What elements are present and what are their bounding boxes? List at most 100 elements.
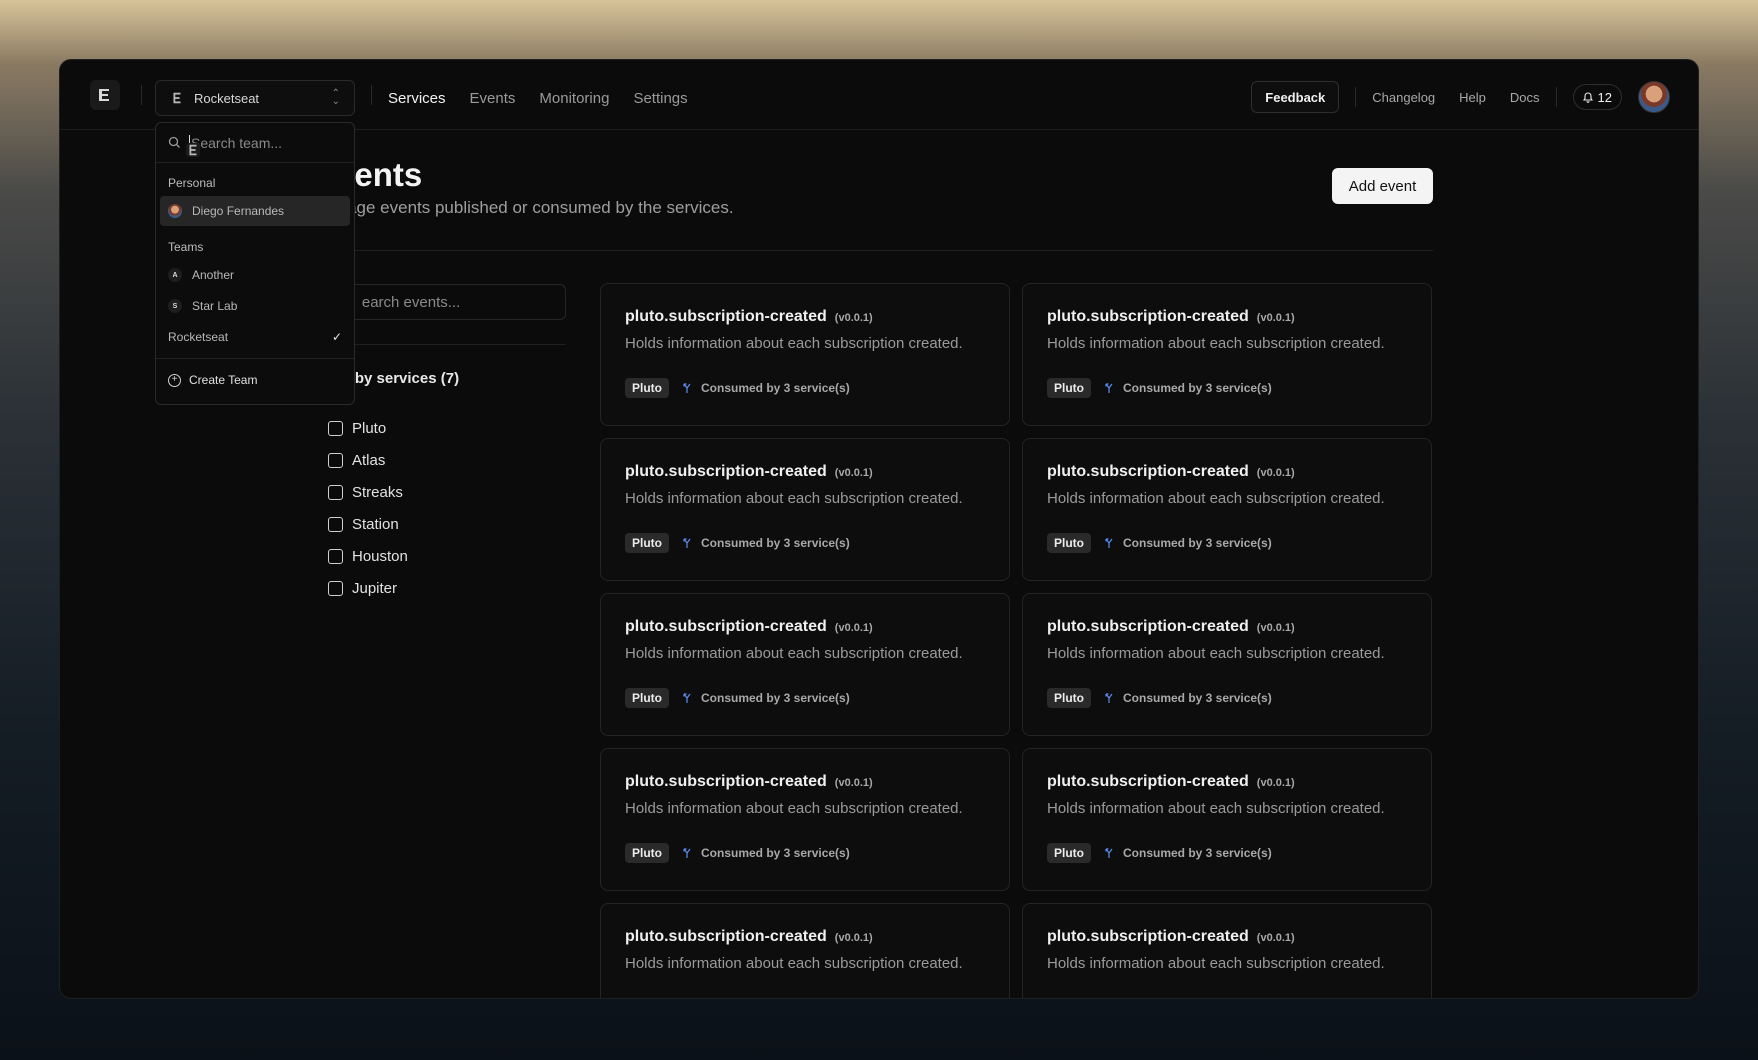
- dropdown-item-personal[interactable]: Diego Fernandes: [160, 196, 350, 226]
- checkbox[interactable]: [328, 580, 343, 596]
- changelog-link[interactable]: Changelog: [1372, 90, 1435, 105]
- checkbox[interactable]: [328, 420, 343, 436]
- consumers-text: Consumed by 3 service(s): [1123, 381, 1272, 395]
- event-title: pluto.subscription-created (v0.0.1): [625, 463, 985, 481]
- event-version: (v0.0.1): [1256, 777, 1295, 789]
- team-search-input[interactable]: [191, 134, 341, 151]
- event-title: pluto.subscription-created (v0.0.1): [625, 773, 985, 791]
- avatar: [168, 204, 182, 218]
- divider: [141, 85, 142, 105]
- dropdown-item-label: Star Lab: [192, 299, 238, 313]
- event-title: pluto.subscription-created (v0.0.1): [1047, 308, 1407, 326]
- event-name: pluto.subscription-created: [1047, 618, 1249, 635]
- event-description: Holds information about each subscriptio…: [1047, 335, 1385, 352]
- dropdown-item-rocketseat[interactable]: Rocketseat ✓: [160, 143, 350, 352]
- event-title: pluto.subscription-created (v0.0.1): [1047, 773, 1407, 791]
- event-meta: PlutoConsumed by 3 service(s): [1047, 843, 1407, 863]
- event-version: (v0.0.1): [1256, 932, 1295, 944]
- event-title: pluto.subscription-created (v0.0.1): [1047, 463, 1407, 481]
- event-meta: Pluto Consumed by 3 service(s): [1047, 533, 1407, 553]
- event-version: (v0.0.1): [834, 777, 873, 789]
- checkbox[interactable]: [328, 484, 343, 500]
- event-name: pluto.subscription-created: [1047, 773, 1249, 790]
- event-version: (v0.0.1): [1256, 467, 1295, 479]
- check-icon: ✓: [331, 330, 342, 344]
- search-icon: [168, 136, 180, 148]
- create-team-button[interactable]: + Create Team: [156, 365, 354, 395]
- service-badge: Pluto: [1047, 533, 1091, 553]
- event-meta: PlutoConsumed by 3 service(s): [625, 378, 985, 398]
- event-card[interactable]: pluto.subscription-created (v0.0.1) Holds …: [1022, 593, 1432, 736]
- merge-icon: [683, 848, 691, 858]
- feedback-button[interactable]: Feedback: [1251, 81, 1340, 113]
- service-badge: Pluto: [625, 533, 669, 553]
- event-meta: PlutoConsumed by 3 service(s): [625, 688, 985, 708]
- nav-monitoring[interactable]: Monitoring: [539, 90, 609, 107]
- event-meta: PlutoConsumed by 3 service(s): [1047, 998, 1407, 999]
- service-badge: Pluto: [1047, 998, 1091, 999]
- event-description: Holds information about each subscriptio…: [625, 335, 963, 352]
- user-avatar[interactable]: [1638, 81, 1670, 113]
- nav-settings[interactable]: Settings: [633, 90, 687, 107]
- notifications-count: 12: [1597, 89, 1612, 105]
- service-badge: Pluto: [625, 843, 669, 863]
- chevron-up-down-icon: ⌃ ⌄: [331, 88, 340, 107]
- checkbox[interactable]: [328, 548, 343, 564]
- consumers-text: Consumed by 3 service(s): [1123, 691, 1272, 705]
- event-meta: Pluto Consumed by 3 service(s): [1047, 378, 1407, 398]
- nav-events[interactable]: Events: [470, 90, 516, 107]
- dropdown-item-star-lab[interactable]: S Star Lab: [160, 291, 350, 321]
- event-card[interactable]: pluto.subscription-created (v0.0.1) Holds …: [1022, 903, 1432, 999]
- filter-item-station[interactable]: Station: [328, 508, 408, 540]
- filter-item-houston[interactable]: Houston: [328, 540, 408, 572]
- event-card[interactable]: pluto.subscription-created (v0.0.1) Holds …: [600, 903, 1010, 999]
- header-actions: Feedback Changelog Help Docs 12: [1251, 80, 1670, 114]
- event-name: pluto.subscription-created: [1047, 308, 1249, 325]
- event-card[interactable]: pluto.subscription-created (v0.0.1) Holds …: [600, 283, 1010, 426]
- team-select[interactable]: Rocketseat ⌃ ⌄: [155, 80, 355, 116]
- event-card[interactable]: pluto.subscription-created (v0.0.1) Holds …: [600, 438, 1010, 581]
- event-title: pluto.subscription-created (v0.0.1): [625, 928, 985, 946]
- app-window: Rocketseat ⌃ ⌄ Services Events Monitoring…: [59, 59, 1699, 999]
- event-meta: PlutoConsumed by 3 service(s): [625, 843, 985, 863]
- event-version: (v0.0.1): [834, 622, 873, 634]
- checkbox[interactable]: [328, 516, 343, 532]
- top-header: Rocketseat ⌃ ⌄ Services Events Monitoring…: [60, 60, 1698, 130]
- dropdown-item-another[interactable]: A Another: [160, 260, 350, 290]
- team-logo-icon: [173, 92, 181, 104]
- nav-services[interactable]: Services: [388, 90, 446, 107]
- service-badge: Pluto: [625, 998, 669, 999]
- checkbox[interactable]: [328, 452, 343, 468]
- service-filter-list: Pluto Atlas Streaks Station Houston Jupi…: [328, 412, 408, 604]
- event-card[interactable]: pluto.subscription-created (v0.0.1) Holds …: [1022, 283, 1432, 426]
- event-meta: PlutoConsumed by 3 service(s): [625, 998, 985, 999]
- service-badge: Pluto: [1047, 688, 1091, 708]
- filter-item-jupiter[interactable]: Jupiter: [328, 572, 408, 604]
- event-card[interactable]: pluto.subscription-created (v0.0.1) Holds …: [600, 748, 1010, 891]
- service-badge: Pluto: [1047, 378, 1091, 398]
- create-team-label: Create Team: [189, 373, 258, 387]
- help-link[interactable]: Help: [1459, 90, 1486, 105]
- consumers-text: Consumed by 3 service(s): [1123, 536, 1272, 550]
- app-logo[interactable]: [90, 80, 120, 110]
- filter-item-pluto[interactable]: Pluto: [328, 412, 408, 444]
- event-card[interactable]: pluto.subscription-created (v0.0.1) Holds …: [600, 593, 1010, 736]
- merge-icon: [1105, 383, 1113, 393]
- add-event-button[interactable]: Add event: [1332, 168, 1433, 204]
- notifications-button[interactable]: 12: [1572, 84, 1622, 110]
- merge-icon: [1105, 693, 1113, 703]
- event-name: pluto.subscription-created: [1047, 463, 1249, 480]
- divider: [314, 250, 1433, 251]
- docs-link[interactable]: Docs: [1510, 90, 1540, 105]
- main-nav: Services Events Monitoring Settings: [388, 80, 688, 116]
- event-card[interactable]: pluto.subscription-created (v0.0.1) Holds …: [1022, 748, 1432, 891]
- dropdown-item-label: Rocketseat: [168, 330, 229, 344]
- filter-item-atlas[interactable]: Atlas: [328, 444, 408, 476]
- bell-icon: [1582, 91, 1593, 103]
- event-version: (v0.0.1): [1256, 622, 1295, 634]
- group-label-teams: Teams: [168, 240, 204, 254]
- filter-item-streaks[interactable]: Streaks: [328, 476, 408, 508]
- event-version: (v0.0.1): [1256, 312, 1295, 324]
- service-badge: Pluto: [625, 378, 669, 398]
- event-card[interactable]: pluto.subscription-created (v0.0.1) Holds …: [1022, 438, 1432, 581]
